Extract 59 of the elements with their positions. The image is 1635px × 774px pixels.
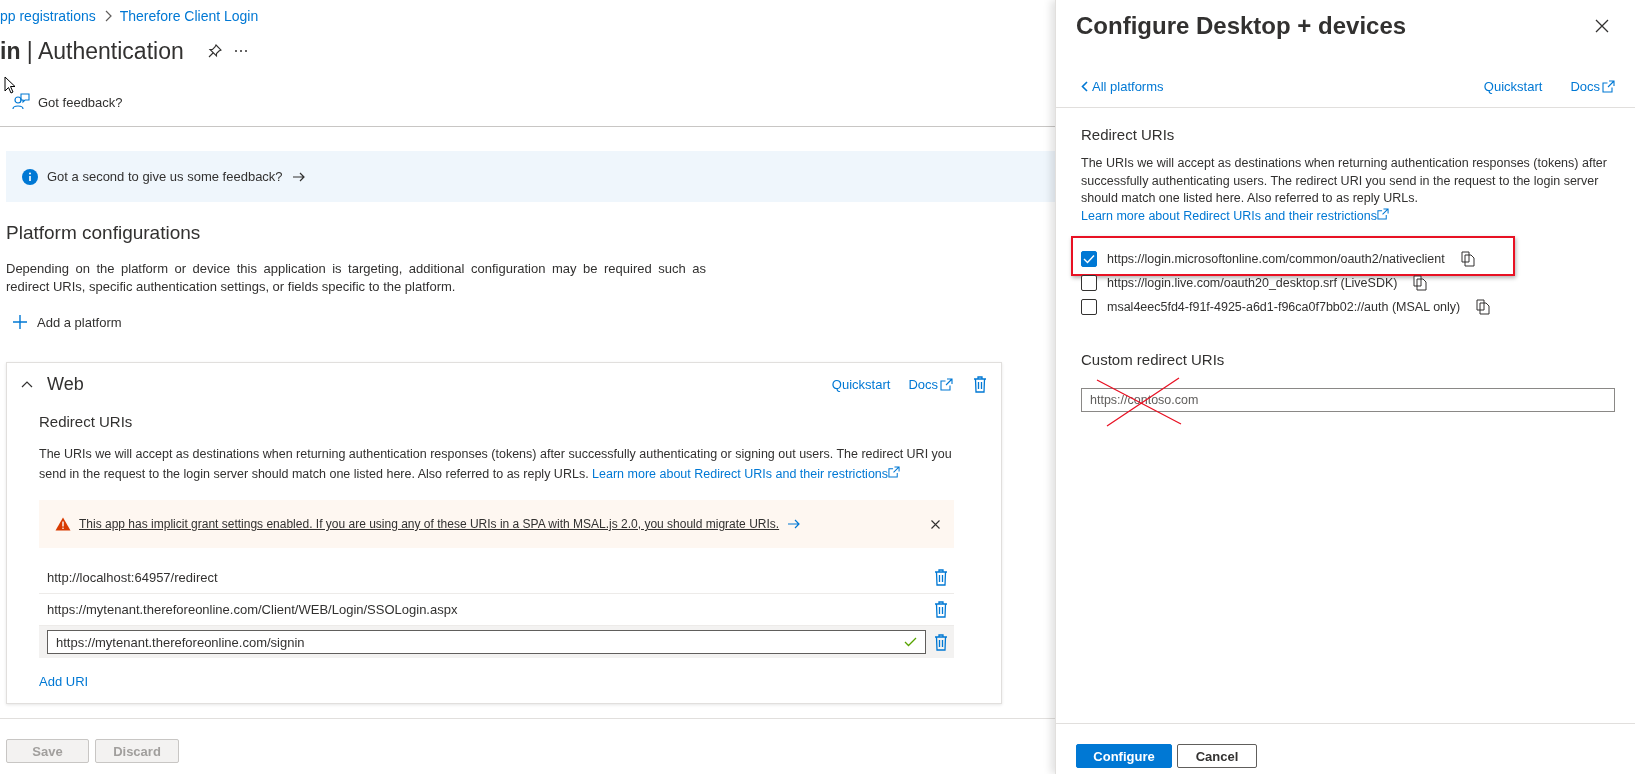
info-message: Got a second to give us some feedback?	[47, 169, 283, 184]
back-link[interactable]: All platforms	[1081, 78, 1164, 94]
breadcrumb-link[interactable]: Therefore Client Login	[119, 8, 259, 24]
chevron-right-icon	[103, 10, 112, 22]
trash-icon[interactable]	[973, 375, 987, 393]
info-icon	[22, 168, 38, 185]
card-title: Web	[47, 373, 84, 395]
chevron-left-icon	[1081, 80, 1088, 92]
pin-icon[interactable]	[207, 44, 222, 58]
warning-icon	[55, 517, 71, 531]
close-icon[interactable]	[1595, 19, 1609, 33]
chevron-icon[interactable]	[21, 380, 33, 388]
trash-icon[interactable]	[934, 633, 948, 651]
external-link-icon	[940, 377, 953, 391]
external-link-icon	[1602, 79, 1615, 93]
page-title: in | Authentication	[0, 37, 184, 65]
docs-link[interactable]: Docs	[1570, 78, 1615, 94]
trash-icon[interactable]	[934, 601, 948, 618]
section-title: Platform configurations	[6, 222, 202, 244]
warning-link[interactable]: This app has implicit grant settings enabled. If you are using any of these URIs in a SPA with MSAL.js 2.0, you should migrate URIs.	[79, 517, 780, 531]
panel-title: Configure Desktop + devices	[1076, 12, 1408, 40]
learn-more-link[interactable]: Learn more about Redirect URIs and their restrictions	[592, 467, 901, 481]
subsection-title: Custom redirect URIs	[1081, 351, 1226, 368]
copy-icon[interactable]	[1413, 275, 1428, 291]
close-icon[interactable]	[931, 519, 940, 529]
option-label: msal4eec5fd4-f91f-4925-a6d1-f96ca0f7bb02://auth (MSAL only)	[1107, 300, 1461, 314]
external-link-icon	[1376, 207, 1389, 220]
option-label: https://login.microsoftonline.com/common/oauth2/nativeclient	[1107, 252, 1445, 266]
docs-link[interactable]: Docs	[908, 376, 953, 392]
copy-icon[interactable]	[1476, 299, 1491, 315]
checkbox[interactable]	[1081, 299, 1097, 315]
section-description: Depending on the platform or device this application is targeting, additional configuration may be required such as redirect URIs, specific authentication settings, or fields specific to the platform.	[6, 260, 706, 296]
panel-button[interactable]: Configure	[1076, 744, 1172, 768]
copy-icon[interactable]	[1460, 251, 1475, 267]
more-icon[interactable]	[233, 49, 248, 53]
subsection-title: Redirect URIs	[1081, 126, 1176, 143]
trash-icon[interactable]	[934, 569, 948, 586]
add-uri-link[interactable]: Add URI	[39, 674, 89, 689]
checkbox[interactable]	[1081, 251, 1097, 267]
panel-button[interactable]: Cancel	[1177, 744, 1257, 768]
checkbox[interactable]	[1081, 275, 1097, 291]
add-platform-button[interactable]: Add a platform	[12, 310, 122, 334]
quickstart-link[interactable]: Quickstart	[831, 376, 891, 392]
feedback-icon[interactable]	[12, 93, 30, 111]
learn-more-link[interactable]: Learn more about Redirect URIs and their restrictions	[1081, 208, 1389, 223]
cursor-icon	[4, 76, 16, 94]
uri-input-field[interactable]: https://mytenant.thereforeonline.com/signin	[47, 630, 926, 654]
arrow-right-icon[interactable]	[291, 171, 306, 182]
breadcrumb-link[interactable]: pp registrations	[0, 8, 96, 24]
quickstart-link[interactable]: Quickstart	[1483, 78, 1543, 94]
feedback-link[interactable]: Got feedback?	[38, 94, 123, 110]
uri-text: https://mytenant.thereforeonline.com/Client/WEB/Login/SSOLogin.aspx	[47, 602, 459, 617]
redirect-description: The URIs we will accept as destinations when returning authentication responses (tokens) after successfully authenticating users. The redirect URI you send in the request to the login server should match one listed here. Also referred to as reply URLs. Learn more about Redirect URIs and their restrictions	[1081, 155, 1608, 225]
external-link-icon	[888, 466, 901, 478]
option-label: https://login.live.com/oauth20_desktop.srf (LiveSDK)	[1107, 276, 1398, 290]
redirect-description: The URIs we will accept as destinations when returning authentication responses (tokens) after successfully authenticating or signing out users. The redirect URI you send in the request to the login server should match one listed here. Also referred to as reply URLs. Learn more about Redirect URIs and their restrictions	[39, 446, 953, 483]
plus-icon	[12, 314, 28, 330]
uri-text: http://localhost:64957/redirect	[47, 570, 219, 585]
subsection-title: Redirect URIs	[39, 413, 134, 430]
